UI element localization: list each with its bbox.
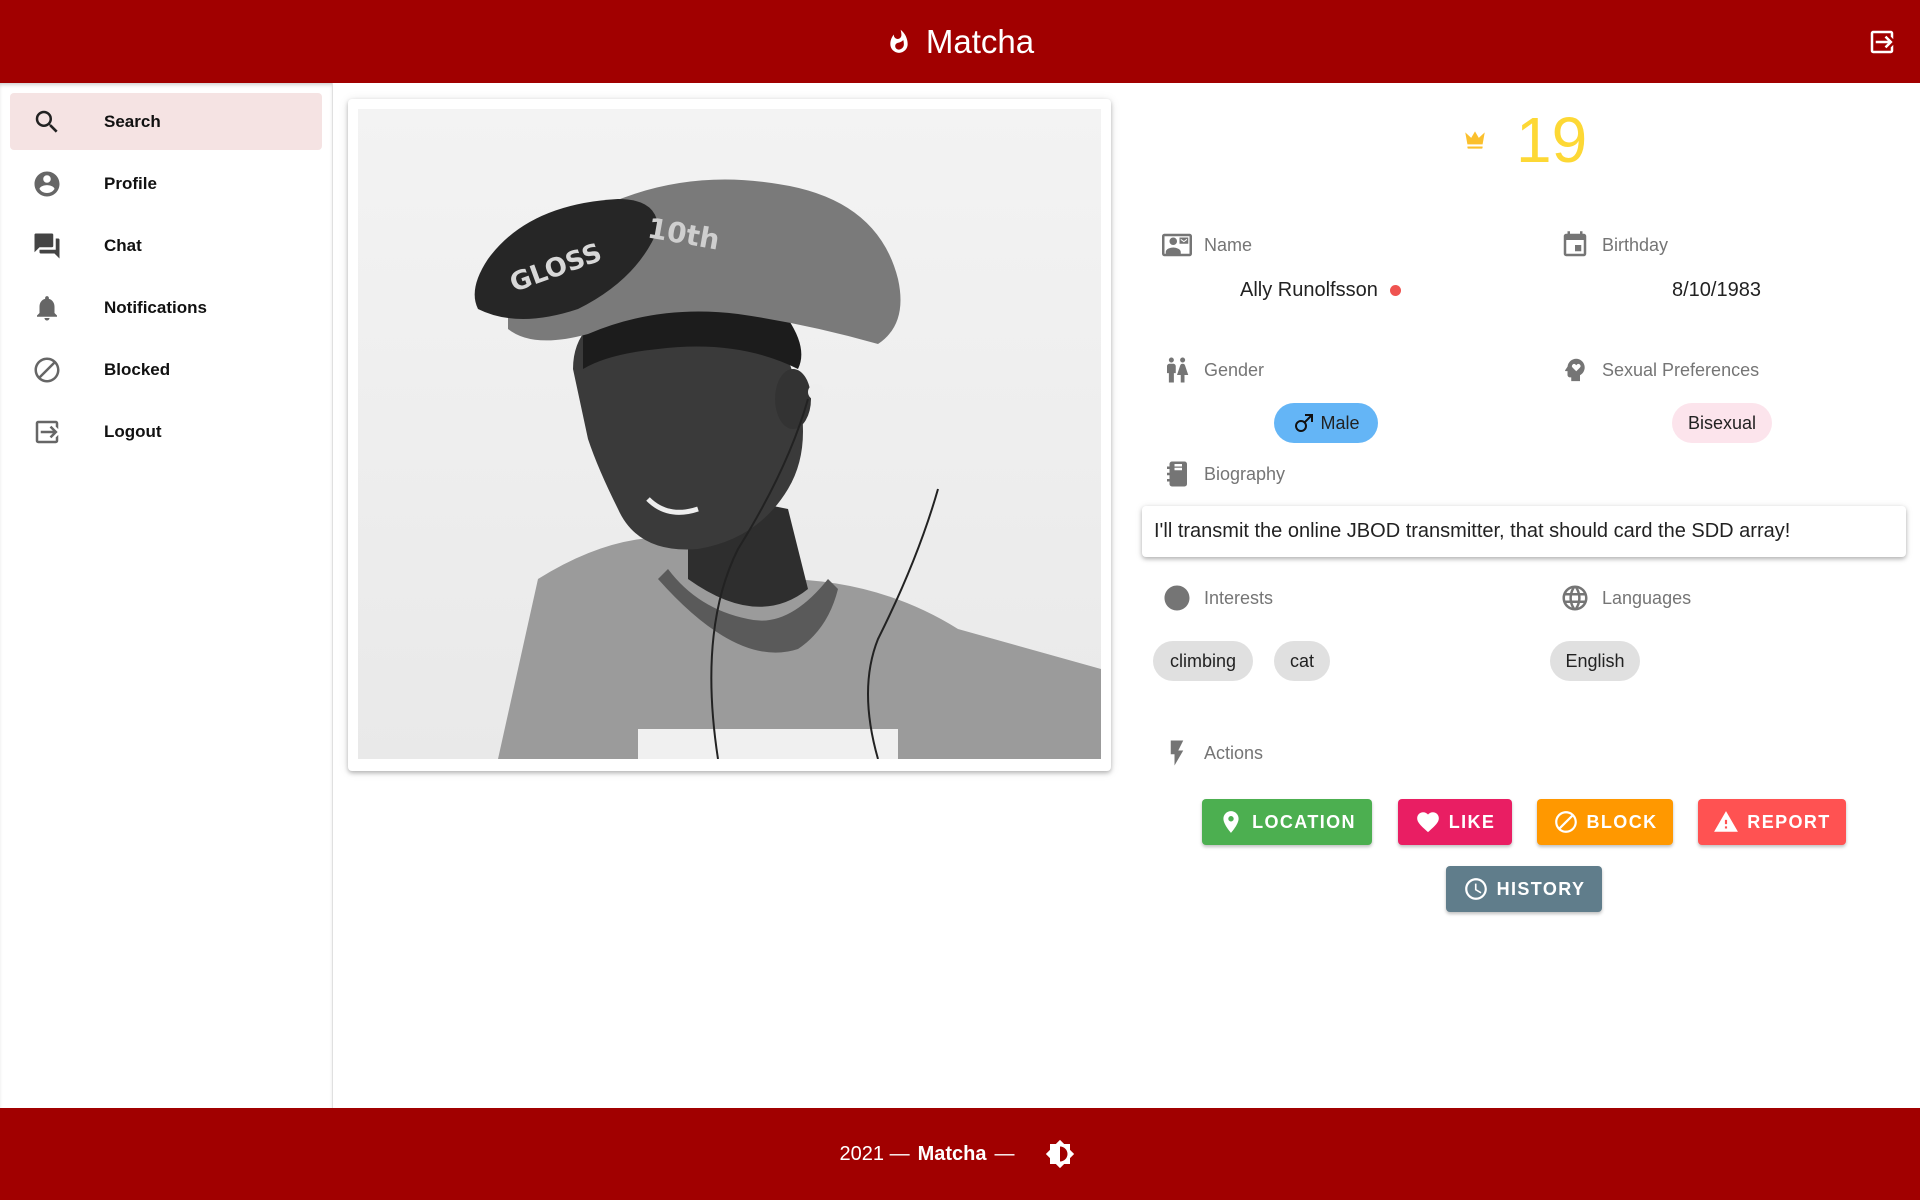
- footer: 2021 — Matcha —: [0, 1108, 1920, 1200]
- gender-label-text: Gender: [1204, 359, 1265, 380]
- fire-icon: [890, 29, 908, 53]
- report-button-label: REPORT: [1747, 811, 1831, 832]
- history-button-label: HISTORY: [1496, 878, 1586, 899]
- profile-photo[interactable]: GLOSS 10th: [358, 109, 1101, 759]
- history-button[interactable]: HISTORY: [1446, 866, 1602, 912]
- online-status-dot: [1389, 285, 1401, 297]
- profile-info: 19 Name Ally Runolfsson Birthday 8/10/19…: [1142, 83, 1912, 1108]
- gender-chip: Male: [1274, 403, 1378, 443]
- biography-text: I'll transmit the online JBOD transmitte…: [1142, 506, 1906, 557]
- globe-icon: [1562, 585, 1588, 611]
- birthday-label: Birthday: [1560, 230, 1668, 260]
- interest-chip: cat: [1274, 641, 1330, 681]
- sidebar-item-label: Blocked: [104, 359, 171, 379]
- birthday-label-text: Birthday: [1602, 234, 1669, 255]
- preference-value: Bisexual: [1687, 412, 1757, 433]
- block-button[interactable]: BLOCK: [1537, 799, 1673, 845]
- languages-label: Languages: [1560, 583, 1691, 613]
- actions-label-text: Actions: [1204, 742, 1264, 763]
- name-value: Ally Runolfsson: [1240, 279, 1401, 302]
- sidebar: Search Profile Chat Notifications Blocke…: [0, 83, 333, 1108]
- theme-toggle-button[interactable]: [1040, 1134, 1080, 1174]
- sidebar-item-profile[interactable]: Profile: [10, 155, 322, 212]
- location-pin-icon: [1223, 811, 1239, 833]
- app-bar: Matcha: [0, 0, 1920, 83]
- head-heart-icon: [1565, 358, 1585, 382]
- biography-label-text: Biography: [1204, 463, 1286, 484]
- interest-value: climbing: [1169, 650, 1237, 671]
- report-button[interactable]: REPORT: [1698, 799, 1846, 845]
- brightness-icon: [1046, 1139, 1075, 1169]
- location-button-label: LOCATION: [1252, 811, 1356, 832]
- score-value: 19: [1516, 104, 1588, 176]
- block-icon: [1554, 811, 1577, 833]
- popularity-score: 19: [1462, 103, 1587, 177]
- sidebar-item-chat[interactable]: Chat: [10, 217, 322, 274]
- notebook-icon: [1167, 461, 1187, 487]
- profile-photo-card: GLOSS 10th: [348, 99, 1111, 771]
- footer-year: 2021 —: [839, 1142, 910, 1165]
- sidebar-item-notifications[interactable]: Notifications: [10, 279, 322, 336]
- preferences-label-text: Sexual Preferences: [1602, 359, 1760, 380]
- id-card-icon: [1162, 233, 1192, 257]
- sidebar-item-label: Search: [104, 111, 161, 131]
- location-button[interactable]: LOCATION: [1202, 799, 1372, 845]
- preference-chip: Bisexual: [1672, 403, 1772, 443]
- sidebar-item-label: Profile: [104, 173, 157, 193]
- interest-value: cat: [1289, 650, 1314, 671]
- brand: Matcha: [886, 23, 1034, 61]
- wc-icon: [1167, 357, 1189, 383]
- account-circle-icon: [32, 169, 62, 199]
- interest-chip: climbing: [1153, 641, 1253, 681]
- person-photo: GLOSS 10th: [474, 179, 1101, 759]
- like-button[interactable]: LIKE: [1398, 799, 1512, 845]
- user-name: Ally Runolfsson: [1240, 279, 1378, 301]
- music-note-icon: [1164, 585, 1190, 611]
- warning-icon: [1714, 811, 1739, 832]
- language-value: English: [1565, 650, 1625, 671]
- interests-label-text: Interests: [1204, 587, 1274, 608]
- block-button-label: BLOCK: [1586, 811, 1658, 832]
- chat-icon: [32, 231, 62, 261]
- sidebar-item-label: Logout: [104, 421, 162, 441]
- language-chip: English: [1550, 641, 1640, 681]
- interests-label: Interests: [1162, 583, 1273, 613]
- name-label-text: Name: [1204, 234, 1253, 255]
- sidebar-item-blocked[interactable]: Blocked: [10, 341, 322, 398]
- footer-brand: Matcha: [917, 1142, 987, 1165]
- footer-dash: —: [994, 1142, 1015, 1165]
- preferences-label: Sexual Preferences: [1560, 355, 1759, 385]
- calendar-icon: [1563, 231, 1587, 257]
- block-icon: [32, 355, 62, 385]
- actions-label: Actions: [1162, 738, 1263, 768]
- languages-label-text: Languages: [1602, 587, 1692, 608]
- birthday-value: 8/10/1983: [1672, 279, 1761, 301]
- clock-icon: [1464, 878, 1487, 900]
- biography-label: Biography: [1162, 459, 1285, 489]
- app-title: Matcha: [925, 22, 1035, 60]
- bell-icon: [32, 293, 62, 323]
- male-icon: [1295, 414, 1314, 432]
- sidebar-item-logout[interactable]: Logout: [10, 403, 322, 460]
- gender-label: Gender: [1162, 355, 1264, 385]
- name-label: Name: [1162, 230, 1252, 260]
- bolt-icon: [1170, 740, 1184, 766]
- logout-icon: [32, 417, 62, 447]
- like-button-label: LIKE: [1448, 811, 1496, 832]
- sidebar-item-search[interactable]: Search: [10, 93, 322, 150]
- heart-icon: [1416, 812, 1439, 833]
- gender-value: Male: [1320, 412, 1360, 433]
- search-icon: [32, 107, 62, 137]
- logout-icon: [1870, 30, 1894, 54]
- logout-button[interactable]: [1862, 22, 1902, 62]
- sidebar-item-label: Notifications: [104, 297, 207, 317]
- crown-icon: [1465, 131, 1485, 149]
- sidebar-item-label: Chat: [104, 235, 142, 255]
